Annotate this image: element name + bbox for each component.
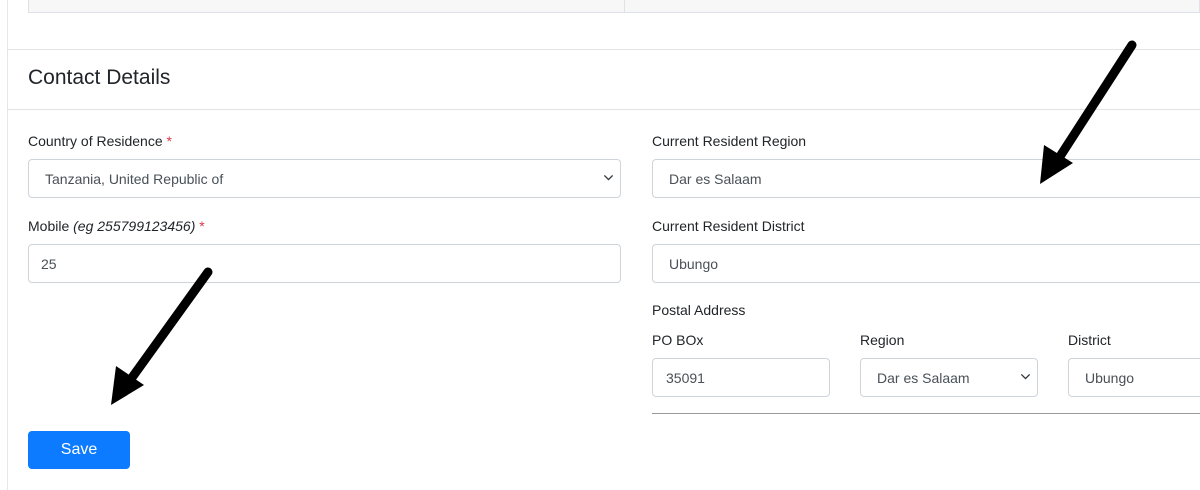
arrow-icon-to-save	[111, 267, 213, 405]
country-label-text: Country of Residence	[28, 133, 163, 149]
region-label: Current Resident Region	[652, 133, 807, 149]
required-marker: *	[166, 133, 172, 149]
po-box-input-value: 35091	[666, 369, 705, 386]
required-marker: *	[199, 218, 205, 234]
section-divider-top	[7, 49, 1200, 50]
postal-address-heading: Postal Address	[652, 302, 746, 318]
country-label: Country of Residence *	[28, 133, 172, 149]
postal-district-select[interactable]: Ubungo	[1068, 358, 1200, 397]
mobile-hint: (eg 255799123456)	[73, 218, 196, 234]
postal-address-divider	[652, 413, 1200, 414]
card-border	[7, 0, 8, 490]
district-select-value: Ubungo	[669, 255, 719, 272]
section-divider-bottom	[7, 109, 1200, 110]
country-select-value: Tanzania, United Republic of	[45, 170, 224, 187]
district-label: Current Resident District	[652, 218, 805, 234]
postal-region-select-value: Dar es Salaam	[877, 369, 970, 386]
previous-table-row	[28, 0, 1200, 13]
region-select-value: Dar es Salaam	[669, 170, 762, 187]
postal-district-select-value: Ubungo	[1085, 369, 1135, 386]
po-box-input[interactable]: 35091	[652, 358, 830, 397]
district-select[interactable]: Ubungo	[652, 244, 1200, 283]
mobile-label: Mobile (eg 255799123456) *	[28, 218, 205, 234]
save-button[interactable]: Save	[28, 431, 130, 469]
chevron-down-icon	[603, 174, 614, 181]
mobile-input-value: 25	[41, 255, 57, 272]
postal-region-select[interactable]: Dar es Salaam	[860, 358, 1038, 397]
region-select[interactable]: Dar es Salaam	[652, 159, 1200, 198]
postal-district-label: District	[1068, 332, 1111, 348]
country-select[interactable]: Tanzania, United Republic of	[28, 159, 621, 198]
postal-region-label: Region	[860, 332, 905, 348]
table-column-divider	[624, 0, 625, 13]
po-box-label: PO BOx	[652, 332, 704, 348]
mobile-label-text: Mobile	[28, 218, 70, 234]
mobile-input[interactable]: 25	[28, 244, 621, 283]
chevron-down-icon	[1020, 373, 1031, 380]
section-title: Contact Details	[28, 66, 171, 89]
